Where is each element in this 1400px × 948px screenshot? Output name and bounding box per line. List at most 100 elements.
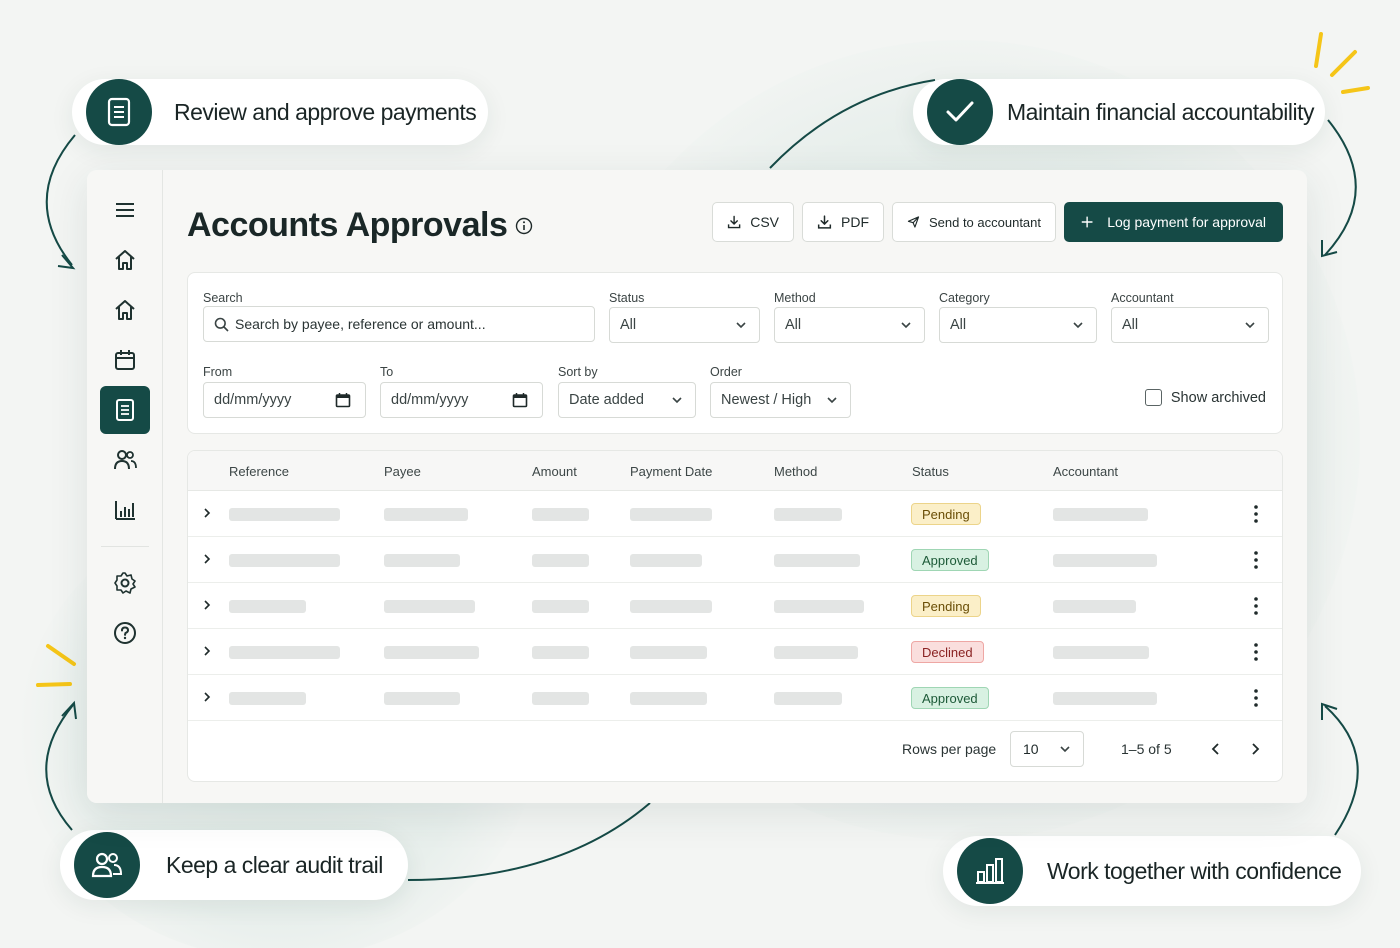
placeholder-bar bbox=[1053, 508, 1148, 521]
page-title: Accounts Approvals bbox=[187, 206, 508, 244]
users-icon[interactable] bbox=[100, 436, 150, 484]
from-date-input[interactable]: dd/mm/yyyy bbox=[203, 382, 366, 418]
calendar-icon[interactable] bbox=[512, 392, 528, 408]
send-icon bbox=[907, 216, 920, 228]
placeholder-bar bbox=[1053, 600, 1136, 613]
rows-per-page-value: 10 bbox=[1023, 741, 1039, 757]
accountant-value: All bbox=[1122, 317, 1139, 333]
show-archived-checkbox[interactable] bbox=[1144, 389, 1162, 406]
search-placeholder: Search by payee, reference or amount... bbox=[235, 316, 486, 332]
app-window: Accounts Approvals CSV PDF Send to accou… bbox=[87, 170, 1307, 803]
placeholder-bar bbox=[1053, 554, 1157, 567]
table-row[interactable]: Pending bbox=[188, 491, 1282, 537]
order-label: Order bbox=[710, 365, 742, 379]
placeholder-bar bbox=[532, 646, 589, 659]
search-input[interactable]: Search by payee, reference or amount... bbox=[203, 306, 595, 342]
calendar-icon[interactable] bbox=[335, 392, 351, 408]
column-header[interactable]: Amount bbox=[532, 464, 577, 479]
placeholder-bar bbox=[774, 554, 860, 567]
pdf-label: PDF bbox=[841, 214, 869, 230]
column-header[interactable]: Payment Date bbox=[630, 464, 712, 479]
send-to-accountant-button[interactable]: Send to accountant bbox=[892, 202, 1056, 242]
column-header[interactable]: Status bbox=[912, 464, 949, 479]
menu-icon[interactable] bbox=[100, 186, 150, 234]
status-badge: Approved bbox=[911, 549, 989, 571]
chevron-down-icon bbox=[1245, 322, 1255, 329]
table-row[interactable]: Declined bbox=[188, 629, 1282, 675]
gear-icon[interactable] bbox=[100, 559, 150, 607]
more-options-icon[interactable] bbox=[1254, 504, 1258, 524]
placeholder-bar bbox=[532, 554, 589, 567]
table-row[interactable]: Pending bbox=[188, 583, 1282, 629]
chevron-left-icon[interactable] bbox=[1209, 741, 1223, 757]
placeholder-bar bbox=[532, 600, 589, 613]
placeholder-bar bbox=[630, 692, 707, 705]
pagination: Rows per page 10 1–5 of 5 bbox=[188, 719, 1282, 781]
from-placeholder: dd/mm/yyyy bbox=[214, 392, 292, 408]
csv-label: CSV bbox=[750, 214, 779, 230]
home-icon[interactable] bbox=[100, 286, 150, 334]
category-value: All bbox=[950, 317, 967, 333]
status-badge: Declined bbox=[911, 641, 984, 663]
chevron-right-icon[interactable] bbox=[201, 598, 213, 612]
table-row[interactable]: Approved bbox=[188, 675, 1282, 721]
chevron-down-icon bbox=[672, 397, 682, 404]
column-header[interactable]: Reference bbox=[229, 464, 289, 479]
placeholder-bar bbox=[774, 508, 842, 521]
callout-label: Maintain financial accountability bbox=[1007, 98, 1314, 125]
to-label: To bbox=[380, 365, 394, 379]
chevron-right-icon[interactable] bbox=[201, 552, 213, 566]
category-select[interactable]: All bbox=[939, 307, 1097, 343]
column-header[interactable]: Method bbox=[774, 464, 817, 479]
status-badge: Pending bbox=[911, 503, 981, 525]
status-select[interactable]: All bbox=[609, 307, 760, 343]
bar-chart-icon[interactable] bbox=[100, 486, 150, 534]
chevron-right-icon[interactable] bbox=[201, 690, 213, 704]
from-label: From bbox=[203, 365, 233, 379]
chevron-down-icon bbox=[1060, 746, 1070, 753]
main-content: Accounts Approvals CSV PDF Send to accou… bbox=[163, 170, 1307, 803]
calendar-icon[interactable] bbox=[100, 336, 150, 384]
accountant-select[interactable]: All bbox=[1111, 307, 1269, 343]
chevron-right-icon[interactable] bbox=[201, 506, 213, 520]
placeholder-bar bbox=[630, 508, 712, 521]
document-icon[interactable] bbox=[99, 386, 150, 434]
csv-button[interactable]: CSV bbox=[712, 202, 794, 242]
more-options-icon[interactable] bbox=[1254, 642, 1258, 662]
rows-per-page-label: Rows per page bbox=[902, 741, 997, 757]
help-icon[interactable] bbox=[100, 609, 150, 657]
placeholder-bar bbox=[774, 646, 858, 659]
column-header[interactable]: Payee bbox=[384, 464, 421, 479]
placeholder-bar bbox=[1053, 646, 1149, 659]
callout-label: Review and approve payments bbox=[174, 98, 477, 125]
show-archived-toggle[interactable]: Show archived bbox=[1144, 389, 1266, 406]
placeholder-bar bbox=[630, 600, 712, 613]
more-options-icon[interactable] bbox=[1254, 688, 1258, 708]
rows-per-page-select[interactable]: 10 bbox=[1010, 731, 1084, 767]
sortby-select[interactable]: Date added bbox=[558, 382, 696, 418]
to-date-input[interactable]: dd/mm/yyyy bbox=[380, 382, 543, 418]
order-select[interactable]: Newest / High bbox=[710, 382, 851, 418]
placeholder-bar bbox=[384, 692, 460, 705]
chevron-right-icon[interactable] bbox=[201, 644, 213, 658]
order-value: Newest / High bbox=[721, 392, 812, 408]
log-payment-button[interactable]: Log payment for approval bbox=[1064, 202, 1283, 242]
status-badge: Approved bbox=[911, 687, 989, 709]
accountant-label: Accountant bbox=[1111, 291, 1174, 305]
placeholder-bar bbox=[229, 692, 306, 705]
home-icon[interactable] bbox=[100, 236, 150, 284]
sortby-value: Date added bbox=[569, 392, 644, 408]
more-options-icon[interactable] bbox=[1254, 550, 1258, 570]
chevron-right-icon[interactable] bbox=[1248, 741, 1262, 757]
info-icon[interactable] bbox=[515, 217, 533, 240]
more-options-icon[interactable] bbox=[1254, 596, 1258, 616]
plus-icon bbox=[1081, 216, 1093, 228]
column-header[interactable]: Accountant bbox=[1053, 464, 1118, 479]
method-select[interactable]: All bbox=[774, 307, 925, 343]
download-icon bbox=[817, 215, 832, 229]
show-archived-label: Show archived bbox=[1170, 389, 1266, 406]
payments-table: Reference Payee Amount Payment Date Meth… bbox=[187, 450, 1283, 782]
callout-review: Review and approve payments bbox=[72, 79, 488, 145]
pdf-button[interactable]: PDF bbox=[802, 202, 884, 242]
table-row[interactable]: Approved bbox=[188, 537, 1282, 583]
